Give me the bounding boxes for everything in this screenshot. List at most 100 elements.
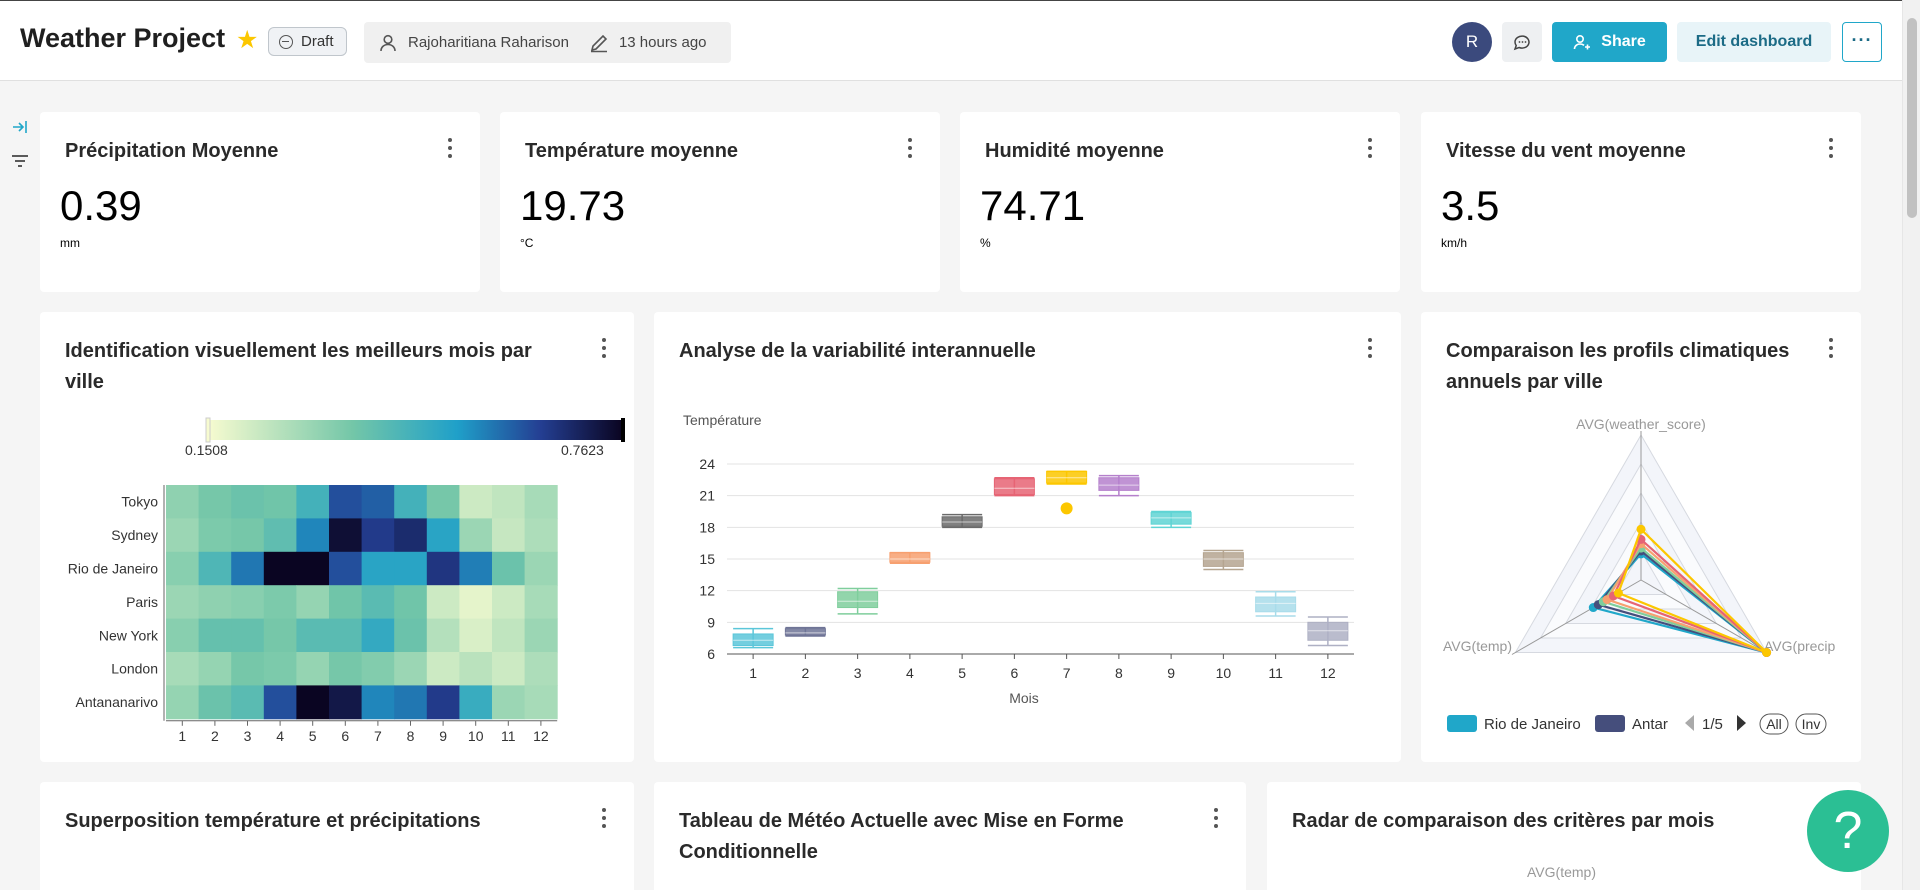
radar-chart[interactable]: AVG(weather_score) AVG(temp) AVG(precip …	[1421, 312, 1861, 762]
heatmap-cell[interactable]	[459, 685, 493, 720]
user-avatar[interactable]: R	[1452, 22, 1492, 62]
heatmap-cell[interactable]	[166, 652, 200, 686]
boxplot-chart[interactable]: Température Mois 6912151821241 2 3 4 5 6 7 8 9 10…	[654, 312, 1401, 762]
heatmap-cell[interactable]	[361, 685, 395, 720]
heatmap-cell[interactable]	[459, 485, 493, 519]
heatmap-cell[interactable]	[166, 618, 200, 653]
scale-min-handle[interactable]	[205, 417, 211, 443]
heatmap-cell[interactable]	[329, 652, 363, 686]
heatmap-cell[interactable]	[231, 485, 265, 519]
heatmap-cell[interactable]	[492, 618, 526, 653]
heatmap-cell[interactable]	[394, 585, 428, 620]
card-menu-icon[interactable]	[600, 808, 608, 834]
heatmap-cell[interactable]	[198, 551, 232, 586]
card-menu-icon[interactable]	[1212, 808, 1220, 834]
heatmap-cell[interactable]	[263, 652, 297, 686]
heatmap-cell[interactable]	[426, 652, 460, 686]
heatmap-cell[interactable]	[459, 618, 493, 653]
heatmap-cell[interactable]	[394, 685, 428, 720]
page-scrollbar[interactable]	[1902, 0, 1920, 890]
scrollbar-thumb[interactable]	[1907, 18, 1917, 218]
heatmap-cell[interactable]	[361, 585, 395, 620]
heatmap-cell[interactable]	[296, 585, 330, 620]
legend-prev-arrow-icon[interactable]	[1685, 715, 1694, 731]
heatmap-cell[interactable]	[166, 685, 200, 720]
heatmap-cell[interactable]	[166, 518, 200, 553]
heatmap-cell[interactable]	[198, 485, 232, 519]
heatmap-cell[interactable]	[329, 685, 363, 720]
edit-dashboard-button[interactable]: Edit dashboard	[1677, 22, 1831, 62]
heatmap-cell[interactable]	[492, 551, 526, 586]
heatmap-cell[interactable]	[231, 518, 265, 553]
share-button[interactable]: Share	[1552, 22, 1667, 62]
heatmap-cell[interactable]	[329, 585, 363, 620]
legend-label-antananarivo[interactable]: Antar	[1632, 716, 1668, 733]
heatmap-cell[interactable]	[524, 618, 558, 653]
heatmap-cell[interactable]	[394, 485, 428, 519]
legend-swatch-rio[interactable]	[1447, 715, 1477, 732]
heatmap-cell[interactable]	[166, 485, 200, 519]
heatmap-cell[interactable]	[524, 685, 558, 720]
heatmap-cell[interactable]	[296, 518, 330, 553]
boxplot-box[interactable]	[732, 627, 774, 649]
heatmap-cell[interactable]	[426, 585, 460, 620]
heatmap-cell[interactable]	[329, 518, 363, 553]
draft-status-badge[interactable]: Draft	[268, 27, 347, 56]
heatmap-cell[interactable]	[459, 518, 493, 553]
heatmap-cell[interactable]	[329, 551, 363, 586]
boxplot-box[interactable]	[941, 513, 983, 529]
heatmap-cell[interactable]	[231, 585, 265, 620]
radar-point[interactable]	[1636, 524, 1646, 534]
card-menu-icon[interactable]	[446, 138, 454, 164]
heatmap-cell[interactable]	[198, 518, 232, 553]
heatmap-cell[interactable]	[394, 518, 428, 553]
heatmap-cell[interactable]	[263, 551, 297, 586]
heatmap-cell[interactable]	[459, 585, 493, 620]
heatmap-cell[interactable]	[198, 618, 232, 653]
heatmap-cell[interactable]	[296, 618, 330, 653]
heatmap-cell[interactable]	[361, 652, 395, 686]
boxplot-box[interactable]	[837, 587, 879, 615]
heatmap-cell[interactable]	[394, 652, 428, 686]
expand-filters-icon[interactable]	[10, 117, 30, 137]
heatmap-cell[interactable]	[524, 585, 558, 620]
heatmap-cell[interactable]	[263, 685, 297, 720]
heatmap-cell[interactable]	[296, 551, 330, 586]
boxplot-box[interactable]	[1255, 590, 1297, 617]
scale-max-handle[interactable]	[621, 418, 625, 442]
heatmap-cell[interactable]	[361, 518, 395, 553]
heatmap-cell[interactable]	[361, 485, 395, 519]
boxplot-box[interactable]	[1202, 549, 1244, 571]
heatmap-cell[interactable]	[459, 551, 493, 586]
heatmap-cell[interactable]	[263, 585, 297, 620]
boxplot-box[interactable]	[1150, 510, 1192, 529]
boxplot-box[interactable]	[993, 476, 1035, 497]
heatmap-cell[interactable]	[329, 485, 363, 519]
heatmap-cell[interactable]	[524, 485, 558, 519]
heatmap-cell[interactable]	[524, 518, 558, 553]
heatmap-cell[interactable]	[231, 685, 265, 720]
heatmap-cell[interactable]	[329, 618, 363, 653]
legend-label-rio[interactable]: Rio de Janeiro	[1484, 716, 1581, 733]
heatmap-chart[interactable]: 0.1508 0.7623 Tokyo Sydney Rio de Janeiro P…	[40, 312, 634, 762]
heatmap-cell[interactable]	[361, 551, 395, 586]
heatmap-cell[interactable]	[394, 551, 428, 586]
heatmap-cell[interactable]	[166, 585, 200, 620]
heatmap-cell[interactable]	[492, 652, 526, 686]
radar-point[interactable]	[1762, 648, 1772, 657]
legend-next-arrow-icon[interactable]	[1737, 715, 1746, 731]
heatmap-cell[interactable]	[263, 618, 297, 653]
heatmap-cell[interactable]	[198, 685, 232, 720]
favorite-star-icon[interactable]: ★	[236, 28, 260, 53]
heatmap-cell[interactable]	[166, 551, 200, 586]
heatmap-cell[interactable]	[296, 652, 330, 686]
card-menu-icon[interactable]	[1366, 138, 1374, 164]
radar-point[interactable]	[1613, 588, 1623, 598]
boxplot-box[interactable]	[889, 551, 931, 564]
card-menu-icon[interactable]	[1827, 138, 1835, 164]
heatmap-cell[interactable]	[426, 685, 460, 720]
heatmap-cell[interactable]	[426, 551, 460, 586]
heatmap-cell[interactable]	[492, 518, 526, 553]
boxplot-box[interactable]	[1046, 470, 1088, 515]
owner-name[interactable]: Rajoharitiana Raharison	[408, 34, 569, 51]
